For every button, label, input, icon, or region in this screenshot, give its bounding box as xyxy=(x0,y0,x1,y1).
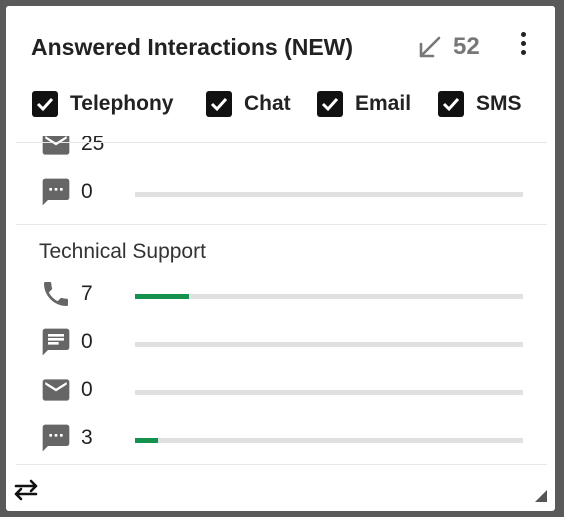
total-count: 52 xyxy=(453,33,480,60)
phone-icon xyxy=(44,282,68,306)
checkbox-checked-icon[interactable] xyxy=(32,91,58,117)
list-item-sms: 3 xyxy=(6,418,555,458)
email-icon xyxy=(42,136,70,155)
progress-bar xyxy=(135,390,523,395)
list-item-telephony: 7 xyxy=(6,274,555,314)
group-divider xyxy=(16,224,547,225)
filter-chat[interactable]: Chat xyxy=(206,90,291,118)
row-value: 0 xyxy=(81,330,93,353)
email-icon xyxy=(42,379,70,401)
resize-grip-icon[interactable] xyxy=(535,490,547,502)
progress-bar xyxy=(135,438,523,443)
answered-interactions-widget: 25 0 Technical Support 7 0 0 3 Answered … xyxy=(6,6,555,511)
checkbox-checked-icon[interactable] xyxy=(317,91,343,117)
arrow-down-left-icon xyxy=(419,36,441,58)
progress-fill xyxy=(135,438,159,443)
more-vert-icon[interactable] xyxy=(518,32,528,60)
checkbox-checked-icon[interactable] xyxy=(206,91,232,117)
list-item-sms: 0 xyxy=(6,172,555,212)
checkbox-checked-icon[interactable] xyxy=(438,91,464,117)
filter-label: Telephony xyxy=(70,92,174,115)
filter-telephony[interactable]: Telephony xyxy=(32,90,173,118)
footer-divider xyxy=(16,464,547,465)
filter-label: Email xyxy=(355,92,412,115)
group-title: Technical Support xyxy=(39,240,206,263)
row-value: 0 xyxy=(81,378,93,401)
filter-email[interactable]: Email xyxy=(317,90,411,118)
progress-bar xyxy=(135,294,523,299)
list-item-chat: 0 xyxy=(6,322,555,362)
filter-label: SMS xyxy=(476,92,522,115)
row-value: 25 xyxy=(81,136,105,155)
list-item-email: 0 xyxy=(6,370,555,410)
list-item-email: 25 xyxy=(6,136,555,164)
widget-header: Answered Interactions (NEW) 52 Telephony… xyxy=(6,6,555,136)
filter-label: Chat xyxy=(244,92,291,115)
progress-bar xyxy=(135,342,523,347)
widget-title: Answered Interactions (NEW) xyxy=(31,34,354,60)
header-divider xyxy=(16,142,547,143)
row-value: 3 xyxy=(81,426,93,449)
sms-icon xyxy=(42,424,70,452)
row-value: 0 xyxy=(81,180,93,203)
sms-icon xyxy=(42,178,70,206)
row-value: 7 xyxy=(81,282,93,305)
progress-fill xyxy=(135,294,190,299)
interactions-list[interactable]: 25 0 Technical Support 7 0 0 3 xyxy=(6,136,555,466)
chat-icon xyxy=(42,328,70,356)
progress-bar xyxy=(135,192,523,197)
swap-arrows-icon[interactable] xyxy=(12,479,40,501)
filter-sms[interactable]: SMS xyxy=(438,90,522,118)
